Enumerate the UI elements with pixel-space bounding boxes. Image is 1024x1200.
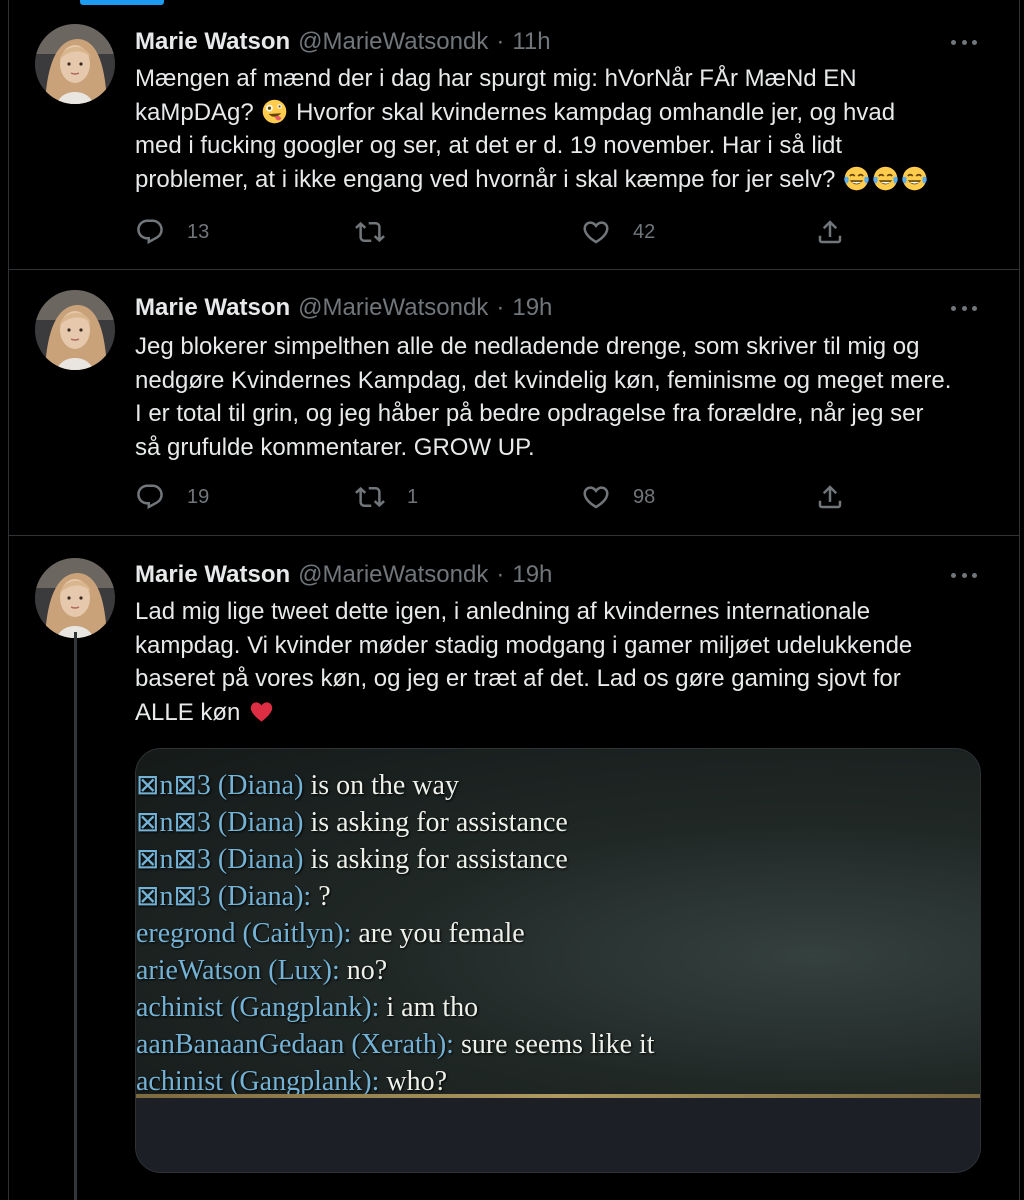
- avatar[interactable]: [35, 24, 115, 104]
- like-button[interactable]: 42: [581, 217, 655, 247]
- red-heart-emoji: [248, 698, 275, 725]
- reply-button[interactable]: 19: [135, 482, 209, 512]
- retweet-count: 1: [407, 485, 419, 508]
- chat-line: ⊠n⊠3 (Diana): ?: [136, 878, 980, 915]
- like-count: 98: [633, 485, 656, 508]
- retweet-icon: [355, 482, 385, 512]
- more-icon[interactable]: [951, 565, 977, 585]
- share-button[interactable]: [815, 217, 845, 247]
- chat-line: aanBanaanGedaan (Xerath): sure seems lik…: [136, 1026, 980, 1063]
- author-name[interactable]: Marie Watson: [135, 561, 290, 589]
- share-icon: [815, 482, 845, 512]
- tweet-actions: 19 1 98: [135, 482, 855, 516]
- chat-sender: ⊠n⊠3 (Diana): [136, 770, 304, 801]
- game-chat-screenshot: ⊠n⊠3 (Diana) is on the way ⊠n⊠3 (Diana) i…: [136, 749, 980, 1097]
- tweet[interactable]: Marie Watson @MarieWatsondk · 19h Lad mi…: [8, 536, 1020, 1200]
- chat-sender: achinist (Gangplank):: [136, 992, 380, 1023]
- tweet[interactable]: Marie Watson @MarieWatsondk · 19h Jeg bl…: [8, 270, 1020, 536]
- retweet-icon: [355, 217, 385, 247]
- like-count: 42: [633, 220, 656, 243]
- tears-of-joy-emoji: [843, 165, 870, 192]
- chat-input-area: [136, 1098, 980, 1172]
- retweet-button[interactable]: 1: [355, 482, 418, 512]
- chat-message: who?: [379, 1066, 448, 1097]
- reply-icon: [135, 482, 165, 512]
- tweet-time[interactable]: 11h: [512, 28, 550, 56]
- chat-message: is asking for assistance: [303, 844, 568, 875]
- chat-message: no?: [339, 955, 388, 986]
- more-icon[interactable]: [951, 32, 977, 52]
- retweet-button[interactable]: [355, 217, 407, 247]
- reply-icon: [135, 217, 165, 247]
- chat-sender: achinist (Gangplank):: [136, 1066, 380, 1097]
- separator-dot: ·: [496, 561, 505, 588]
- chat-sender: ⊠n⊠3 (Diana): [136, 844, 304, 875]
- heart-icon: [581, 482, 611, 512]
- separator-dot: ·: [496, 28, 505, 55]
- chat-sender: ⊠n⊠3 (Diana): [136, 807, 304, 838]
- chat-message: ?: [311, 881, 331, 912]
- avatar[interactable]: [35, 290, 115, 370]
- tweet-header: Marie Watson @MarieWatsondk · 11h: [135, 27, 551, 57]
- more-icon[interactable]: [951, 298, 977, 318]
- author-handle[interactable]: @MarieWatsondk: [298, 28, 488, 56]
- thread-line: [74, 632, 77, 1200]
- tweet-header: Marie Watson @MarieWatsondk · 19h: [135, 560, 552, 590]
- share-button[interactable]: [815, 482, 845, 512]
- author-handle[interactable]: @MarieWatsondk: [298, 294, 488, 322]
- share-icon: [815, 217, 845, 247]
- game-chat-log: ⊠n⊠3 (Diana) is on the way ⊠n⊠3 (Diana) i…: [136, 767, 980, 1100]
- tweet-text: Jeg blokerer simpelthen alle de nedladen…: [135, 333, 952, 461]
- tweet-time[interactable]: 19h: [512, 561, 552, 589]
- reply-button[interactable]: 13: [135, 217, 209, 247]
- tweet-text: Mængen af mænd der i dag har spurgt mig:…: [135, 62, 995, 196]
- chat-line: ⊠n⊠3 (Diana) is asking for assistance: [136, 804, 980, 841]
- tears-of-joy-emoji: [872, 165, 899, 192]
- chat-message: i am tho: [379, 992, 479, 1023]
- tweet-time[interactable]: 19h: [512, 294, 552, 322]
- chat-line: achinist (Gangplank): i am tho: [136, 989, 980, 1026]
- author-name[interactable]: Marie Watson: [135, 28, 290, 56]
- tweet-header: Marie Watson @MarieWatsondk · 19h: [135, 293, 552, 323]
- chat-message: is on the way: [303, 770, 459, 801]
- separator-dot: ·: [496, 294, 505, 321]
- chat-sender: arieWatson (Lux):: [136, 955, 340, 986]
- author-name[interactable]: Marie Watson: [135, 294, 290, 322]
- avatar[interactable]: [35, 558, 115, 638]
- tears-of-joy-emoji: [901, 165, 928, 192]
- author-handle[interactable]: @MarieWatsondk: [298, 561, 488, 589]
- chat-sender: aanBanaanGedaan (Xerath):: [136, 1029, 454, 1060]
- chat-line: arieWatson (Lux): no?: [136, 952, 980, 989]
- chat-sender: eregrond (Caitlyn):: [136, 918, 352, 949]
- chat-line: ⊠n⊠3 (Diana) is on the way: [136, 767, 980, 804]
- chat-line: ⊠n⊠3 (Diana) is asking for assistance: [136, 841, 980, 878]
- chat-message: sure seems like it: [453, 1029, 655, 1060]
- reply-count: 13: [187, 220, 210, 243]
- reply-count: 19: [187, 485, 210, 508]
- chat-sender: ⊠n⊠3 (Diana):: [136, 881, 312, 912]
- chat-message: is asking for assistance: [303, 807, 568, 838]
- heart-icon: [581, 217, 611, 247]
- tweet-actions: 13 42: [135, 217, 855, 251]
- chat-line: eregrond (Caitlyn): are you female: [136, 915, 980, 952]
- tweet-image[interactable]: ⊠n⊠3 (Diana) is on the way ⊠n⊠3 (Diana) i…: [135, 748, 981, 1173]
- tweet-text: Lad mig lige tweet dette igen, i anledni…: [135, 598, 913, 726]
- chat-message: are you female: [351, 918, 525, 949]
- zany-face-emoji: [261, 98, 288, 125]
- tweet[interactable]: Marie Watson @MarieWatsondk · 11h Mængen…: [8, 0, 1020, 270]
- like-button[interactable]: 98: [581, 482, 655, 512]
